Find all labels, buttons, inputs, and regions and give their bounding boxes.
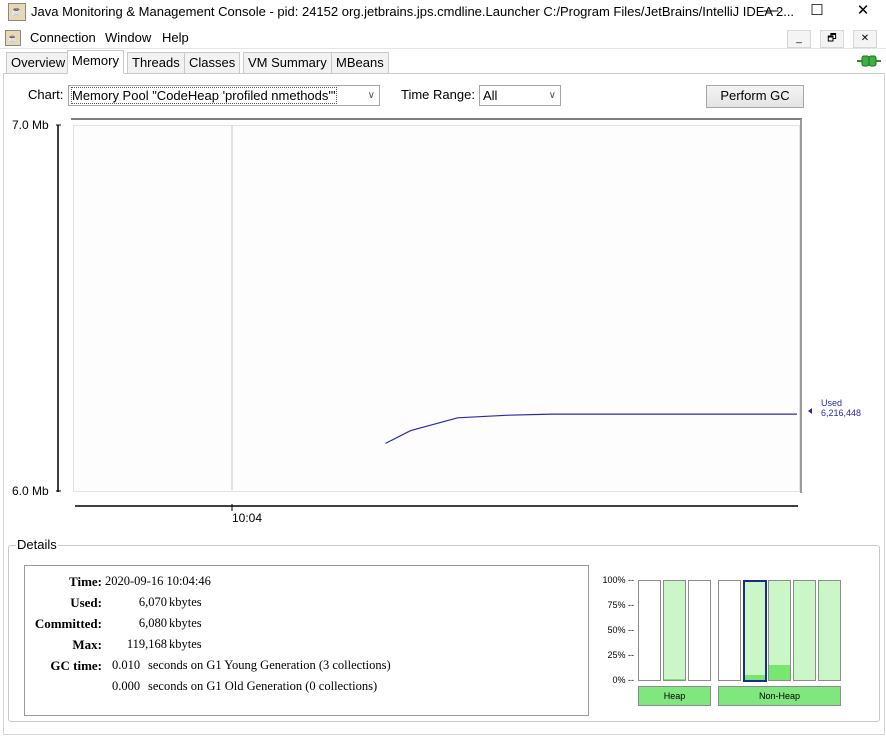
nonheap-bar-4[interactable] (793, 580, 816, 681)
max-unit: kbytes (169, 637, 202, 651)
pct-label-0: 0% -- (612, 675, 634, 685)
heap-bar-2[interactable] (663, 580, 686, 681)
used-legend-label: Used (821, 398, 843, 408)
time-value: 2020-09-16 10:04:46 (105, 574, 211, 588)
memory-chart (56, 124, 812, 511)
max-label: Max: (72, 637, 102, 652)
max-value: 119,168 (126, 637, 167, 651)
gc-old-value: 0.000 (112, 679, 141, 693)
used-label: Used: (70, 595, 102, 610)
committed-unit: kbytes (169, 616, 202, 630)
gc-young-text: seconds on G1 Young Generation (3 collec… (148, 658, 391, 672)
gc-old-text: seconds on G1 Old Generation (0 collecti… (148, 679, 378, 693)
committed-label: Committed: (34, 616, 102, 631)
pct-label-50: 50% -- (607, 625, 634, 635)
nonheap-bar-used (745, 675, 765, 680)
nonheap-bar-2[interactable] (743, 580, 767, 682)
nonheap-group-button[interactable]: Non-Heap (718, 686, 841, 706)
nonheap-bar-committed (794, 581, 815, 680)
pct-label-25: 25% -- (607, 650, 634, 660)
details-title: Details (16, 537, 58, 552)
used-legend-value: 6,216,448 (821, 408, 862, 418)
nonheap-bar-committed (819, 581, 840, 680)
used-value: 6,070 (138, 595, 167, 609)
heap-bar-used (664, 679, 685, 680)
nonheap-bar-3[interactable] (768, 580, 791, 681)
time-label: Time: (69, 574, 102, 589)
heap-group-button[interactable]: Heap (638, 686, 711, 706)
heap-bar-1[interactable] (638, 580, 661, 681)
pct-label-100: 100% -- (602, 575, 634, 585)
used-legend-marker (808, 408, 812, 414)
committed-value: 6,080 (138, 616, 167, 630)
gc-time-label: GC time: (50, 658, 102, 673)
heap-bar-3[interactable] (688, 580, 711, 681)
used-series-line (385, 413, 797, 444)
nonheap-bar-committed (745, 582, 765, 680)
nonheap-bar-used (769, 665, 790, 680)
used-unit: kbytes (169, 595, 202, 609)
nonheap-bar-1[interactable] (718, 580, 741, 681)
heap-bar-committed (664, 581, 685, 680)
nonheap-bar-5[interactable] (818, 580, 841, 681)
used-legend: Used 6,216,448 (821, 398, 861, 418)
pct-label-75: 75% -- (607, 600, 634, 610)
gc-young-value: 0.010 (112, 658, 141, 672)
